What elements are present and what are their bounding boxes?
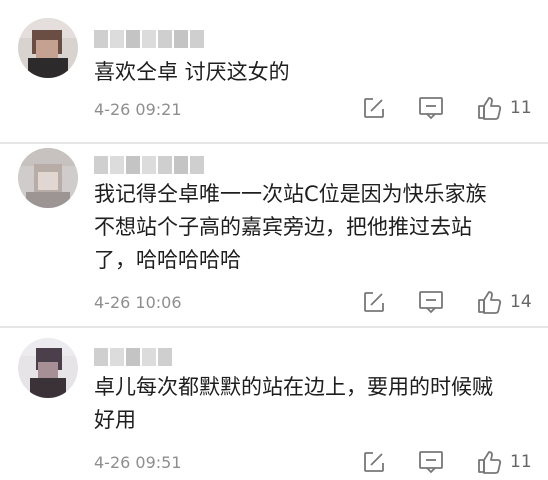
comment-text: 喜欢仝卓 讨厌这女的 [94, 60, 290, 84]
comment-icon[interactable] [418, 450, 444, 474]
comment-item: 喜欢仝卓 讨厌这女的 4-26 09:21 11 [0, 0, 548, 146]
comment-date: 4-26 09:21 [94, 100, 182, 119]
thumbs-up-icon[interactable] [476, 450, 502, 474]
thumbs-up-icon[interactable] [476, 96, 502, 120]
avatar[interactable] [18, 338, 78, 398]
comment-item: 卓儿每次都默默的站在边上，要用的时候贼 好用 4-26 09:51 11 [0, 328, 548, 480]
comment-actions: 11 [360, 450, 540, 476]
thumbs-up-icon[interactable] [476, 290, 502, 314]
comment-icon[interactable] [418, 290, 444, 314]
comment-actions: 11 [360, 96, 540, 122]
like-count: 11 [510, 452, 532, 472]
comment-text: 我记得仝卓唯一一次站C位是因为快乐家族 不想站个子高的嘉宾旁边，把他推过去站 了… [94, 182, 487, 272]
username-blurred[interactable] [94, 156, 204, 174]
comment-date: 4-26 10:06 [94, 293, 182, 312]
avatar[interactable] [18, 18, 78, 78]
avatar[interactable] [18, 148, 78, 208]
comment-actions: 14 [360, 290, 540, 316]
edit-icon[interactable] [362, 290, 386, 314]
comment-date: 4-26 09:51 [94, 453, 182, 472]
edit-icon[interactable] [362, 96, 386, 120]
username-blurred[interactable] [94, 348, 172, 366]
edit-icon[interactable] [362, 450, 386, 474]
comment-icon[interactable] [418, 96, 444, 120]
comment-item: 我记得仝卓唯一一次站C位是因为快乐家族 不想站个子高的嘉宾旁边，把他推过去站 了… [0, 144, 548, 328]
like-count: 14 [510, 292, 532, 312]
like-count: 11 [510, 98, 532, 118]
username-blurred[interactable] [94, 30, 204, 48]
comment-text: 卓儿每次都默默的站在边上，要用的时候贼 好用 [94, 375, 493, 432]
